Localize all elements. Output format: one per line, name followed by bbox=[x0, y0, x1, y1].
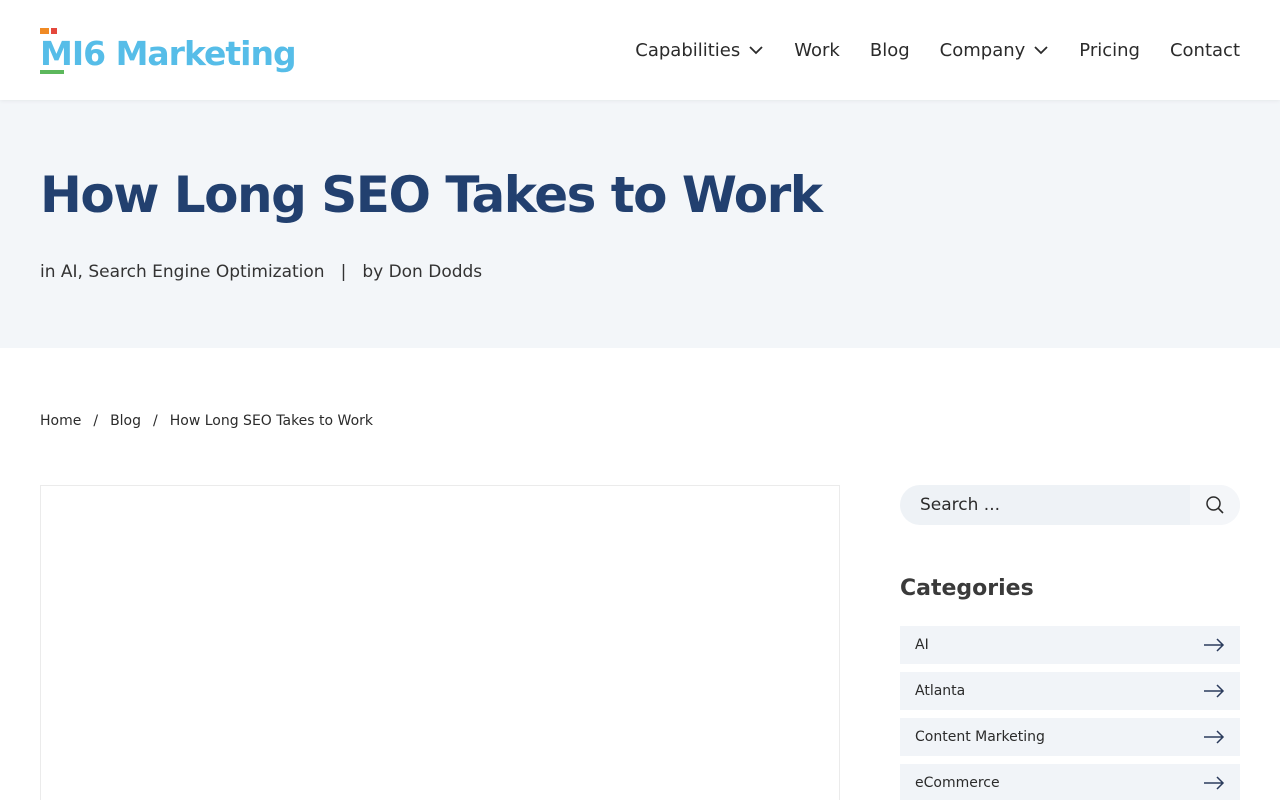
search-icon bbox=[1206, 496, 1224, 514]
page-title: How Long SEO Takes to Work bbox=[40, 166, 823, 224]
featured-image-placeholder bbox=[40, 485, 840, 800]
breadcrumb-separator: / bbox=[153, 413, 158, 429]
chevron-down-icon bbox=[749, 46, 763, 55]
breadcrumb: Home / Blog / How Long SEO Takes to Work bbox=[40, 413, 373, 429]
nav-item-capabilities[interactable]: Capabilities bbox=[635, 40, 764, 61]
logo-text: MI6 Marketing bbox=[40, 34, 297, 73]
logo-mark: MI6 Marketing bbox=[40, 28, 297, 74]
category-item-atlanta[interactable]: Atlanta bbox=[900, 672, 1240, 710]
post-meta: in AI, Search Engine Optimization | by D… bbox=[40, 262, 482, 282]
breadcrumb-separator: / bbox=[93, 413, 99, 429]
breadcrumb-blog[interactable]: Blog bbox=[110, 413, 141, 429]
post-categories[interactable]: in AI, Search Engine Optimization bbox=[40, 262, 325, 282]
breadcrumb-home[interactable]: Home bbox=[40, 413, 81, 429]
nav-item-label: Blog bbox=[869, 39, 910, 61]
categories-list: AI Atlanta Content Marketing eCommerce bbox=[900, 626, 1240, 800]
nav-item-company[interactable]: Company bbox=[940, 40, 1050, 61]
search-button[interactable] bbox=[1190, 485, 1240, 525]
category-label: Content Marketing bbox=[915, 729, 1045, 745]
category-item-ecommerce[interactable]: eCommerce bbox=[900, 764, 1240, 800]
nav-item-work[interactable]: Work bbox=[794, 40, 840, 61]
nav-item-label: Pricing bbox=[1079, 39, 1140, 61]
nav-item-label: Contact bbox=[1169, 39, 1240, 61]
category-label: eCommerce bbox=[915, 775, 1000, 791]
arrow-right-icon bbox=[1204, 684, 1225, 698]
nav-item-label: Capabilities bbox=[635, 39, 741, 61]
category-item-ai[interactable]: AI bbox=[900, 626, 1240, 664]
category-label: Atlanta bbox=[915, 683, 966, 699]
search-form bbox=[900, 485, 1240, 525]
categories-heading: Categories bbox=[900, 576, 1034, 601]
chevron-down-icon bbox=[1034, 46, 1048, 55]
nav-item-pricing[interactable]: Pricing bbox=[1079, 40, 1140, 61]
site-header: MI6 Marketing Capabilities Work Blog Com… bbox=[0, 0, 1280, 100]
nav-item-label: Company bbox=[939, 39, 1026, 61]
main-nav: Capabilities Work Blog Company Pricing C… bbox=[635, 0, 1240, 100]
arrow-right-icon bbox=[1204, 638, 1225, 652]
search-input[interactable] bbox=[900, 485, 1190, 525]
arrow-right-icon bbox=[1204, 776, 1225, 790]
logo[interactable]: MI6 Marketing bbox=[40, 26, 297, 74]
category-item-content-marketing[interactable]: Content Marketing bbox=[900, 718, 1240, 756]
nav-item-contact[interactable]: Contact bbox=[1170, 40, 1240, 61]
meta-separator: | bbox=[340, 262, 347, 282]
post-author[interactable]: by Don Dodds bbox=[362, 262, 482, 282]
nav-item-label: Work bbox=[794, 39, 840, 61]
page-hero: How Long SEO Takes to Work in AI, Search… bbox=[0, 100, 1280, 348]
nav-item-blog[interactable]: Blog bbox=[870, 40, 910, 61]
breadcrumb-current: How Long SEO Takes to Work bbox=[169, 413, 373, 429]
category-label: AI bbox=[915, 637, 929, 653]
arrow-right-icon bbox=[1204, 730, 1225, 744]
